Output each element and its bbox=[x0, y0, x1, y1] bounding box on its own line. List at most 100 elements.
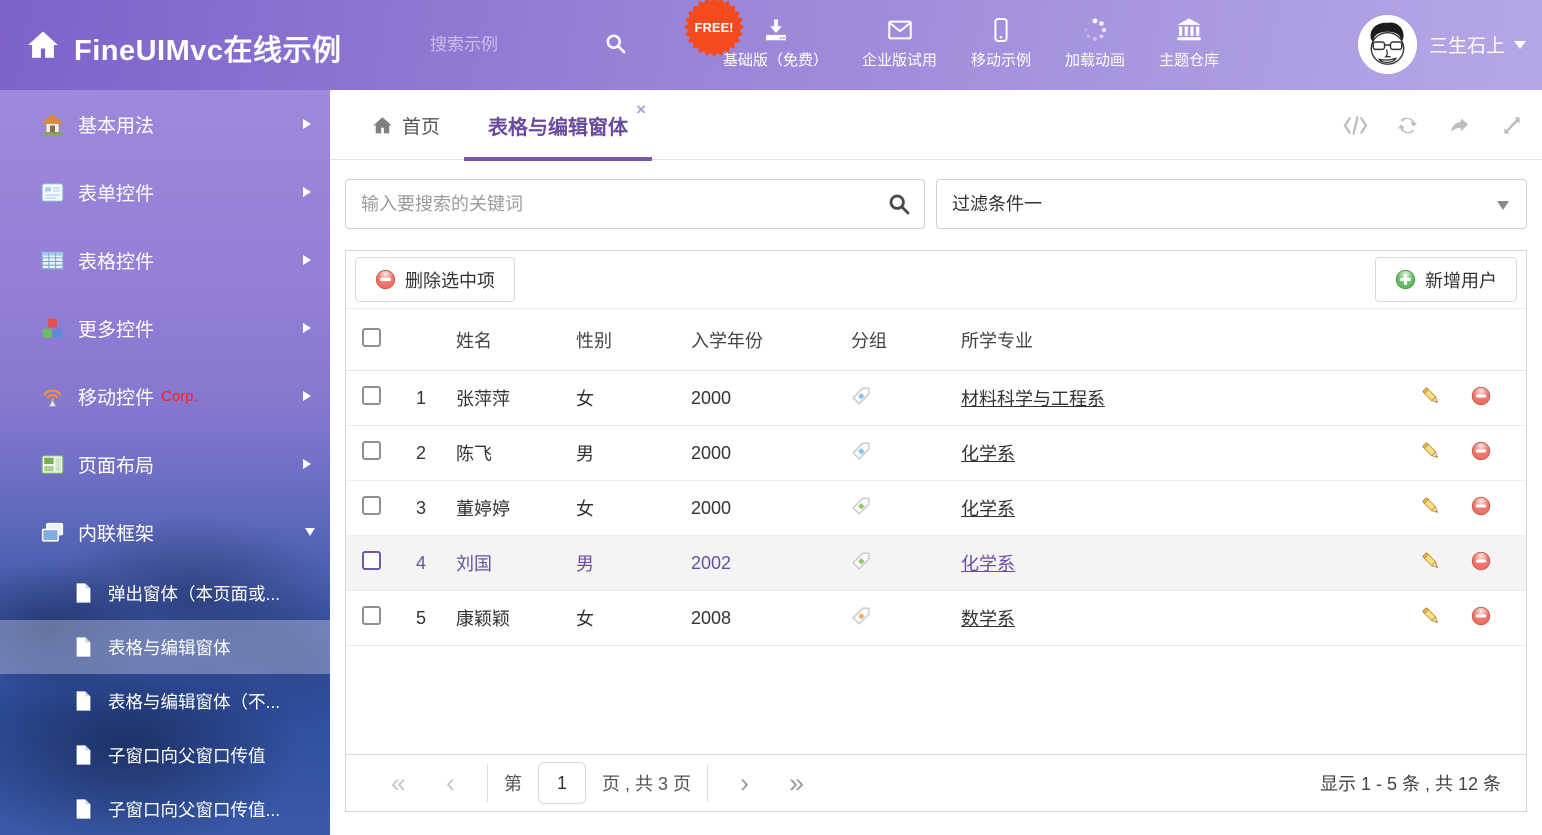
table-header: 姓名 性别 入学年份 分组 所学专业 bbox=[346, 309, 1526, 371]
share-icon[interactable] bbox=[1447, 114, 1472, 137]
first-page-icon[interactable]: « bbox=[371, 770, 426, 797]
sidebar-subitem[interactable]: 弹出窗体（本页面或... bbox=[0, 566, 330, 620]
sidebar-item[interactable]: 页面布局 bbox=[0, 430, 330, 498]
header-nav-item[interactable]: 移动示例 bbox=[954, 0, 1048, 90]
chevron-right-icon bbox=[303, 187, 311, 197]
spinner-icon bbox=[1081, 16, 1109, 44]
prev-page-icon[interactable]: ‹ bbox=[426, 770, 475, 797]
delete-selected-label: 删除选中项 bbox=[405, 267, 495, 293]
filter-dropdown[interactable]: 过滤条件一 bbox=[936, 179, 1527, 229]
download-icon bbox=[762, 16, 790, 44]
select-all-checkbox[interactable] bbox=[362, 328, 381, 347]
refresh-icon[interactable] bbox=[1395, 114, 1420, 137]
edit-icon[interactable] bbox=[1421, 551, 1441, 571]
major-link[interactable]: 数学系 bbox=[961, 609, 1015, 629]
header-nav-item[interactable]: 企业版试用 bbox=[845, 0, 954, 90]
cell-gender: 男 bbox=[576, 550, 691, 576]
home-icon[interactable] bbox=[26, 28, 60, 62]
table-row[interactable]: 5康颖颖女2008数学系 bbox=[346, 591, 1526, 646]
table-row[interactable]: 1张萍萍女2000材料科学与工程系 bbox=[346, 371, 1526, 426]
table-row[interactable]: 2陈飞男2000化学系 bbox=[346, 426, 1526, 481]
tab[interactable]: 首页 bbox=[348, 90, 464, 160]
sidebar-subitem[interactable]: 表格与编辑窗体（不... bbox=[0, 674, 330, 728]
sidebar-item[interactable]: 移动控件Corp. bbox=[0, 362, 330, 430]
next-page-icon[interactable]: › bbox=[720, 770, 769, 797]
close-icon[interactable]: × bbox=[636, 101, 646, 118]
chevron-down-icon bbox=[305, 528, 315, 536]
chevron-right-icon bbox=[303, 255, 311, 265]
sidebar-subitem[interactable]: 子窗口向父窗口传值 bbox=[0, 728, 330, 782]
chevron-right-icon bbox=[303, 323, 311, 333]
delete-icon[interactable] bbox=[1471, 606, 1491, 626]
edit-icon[interactable] bbox=[1421, 386, 1441, 406]
edit-icon[interactable] bbox=[1421, 606, 1441, 626]
grid-toolbar: 删除选中项 新增用户 bbox=[346, 251, 1526, 309]
tab[interactable]: 表格与编辑窗体× bbox=[464, 90, 652, 160]
column-gender: 性别 bbox=[576, 327, 691, 353]
delete-icon[interactable] bbox=[1471, 386, 1491, 406]
sidebar-subitem[interactable]: 子窗口向父窗口传值... bbox=[0, 782, 330, 835]
table-row[interactable]: 4刘国男2002化学系 bbox=[346, 536, 1526, 591]
user-menu[interactable]: 三生石上 bbox=[1358, 15, 1526, 74]
search-icon[interactable] bbox=[887, 192, 911, 216]
row-index: 5 bbox=[401, 608, 441, 629]
pagination-bar: « ‹ 第 页 , 共 3 页 › » 显示 1 - 5 条 , 共 12 条 bbox=[346, 754, 1526, 811]
cell-year: 2000 bbox=[691, 498, 851, 519]
file-icon bbox=[74, 798, 93, 820]
row-checkbox[interactable] bbox=[362, 496, 381, 515]
source-code-icon[interactable] bbox=[1343, 114, 1368, 137]
sidebar-item[interactable]: 更多控件 bbox=[0, 294, 330, 362]
major-link[interactable]: 化学系 bbox=[961, 554, 1015, 574]
frames-icon bbox=[40, 520, 65, 545]
row-checkbox[interactable] bbox=[362, 606, 381, 625]
tag-icon bbox=[851, 386, 871, 406]
sidebar-subitem[interactable]: 表格与编辑窗体 bbox=[0, 620, 330, 674]
edit-icon[interactable] bbox=[1421, 496, 1441, 516]
app-header: FineUIMvc在线示例 FREE! 基础版（免费）企业版试用移动示例加载动画… bbox=[0, 0, 1542, 90]
expand-icon[interactable] bbox=[1499, 114, 1524, 137]
major-link[interactable]: 化学系 bbox=[961, 499, 1015, 519]
cell-gender: 女 bbox=[576, 385, 691, 411]
cubes-icon bbox=[40, 316, 65, 341]
file-icon bbox=[74, 744, 93, 766]
cell-year: 2008 bbox=[691, 608, 851, 629]
sidebar-item[interactable]: 内联框架 bbox=[0, 498, 330, 566]
column-group: 分组 bbox=[851, 327, 961, 353]
sidebar-item[interactable]: 表单控件 bbox=[0, 158, 330, 226]
row-index: 3 bbox=[401, 498, 441, 519]
row-checkbox[interactable] bbox=[362, 551, 381, 570]
cell-year: 2002 bbox=[691, 553, 851, 574]
page-number-input[interactable] bbox=[538, 762, 586, 804]
row-index: 2 bbox=[401, 443, 441, 464]
header-search-input[interactable] bbox=[430, 28, 585, 62]
table-row[interactable]: 3董婷婷女2000化学系 bbox=[346, 481, 1526, 536]
delete-icon[interactable] bbox=[1471, 441, 1491, 461]
header-nav-item[interactable]: 加载动画 bbox=[1048, 0, 1142, 90]
antenna-icon bbox=[40, 384, 65, 409]
user-name[interactable]: 三生石上 bbox=[1429, 31, 1505, 58]
edit-icon[interactable] bbox=[1421, 441, 1441, 461]
major-link[interactable]: 化学系 bbox=[961, 444, 1015, 464]
sidebar-item[interactable]: 基本用法 bbox=[0, 90, 330, 158]
tag-icon bbox=[851, 606, 871, 626]
header-nav-item[interactable]: 主题仓库 bbox=[1142, 0, 1236, 90]
chevron-right-icon bbox=[303, 459, 311, 469]
keyword-search-input[interactable] bbox=[345, 179, 925, 229]
delete-icon[interactable] bbox=[1471, 496, 1491, 516]
file-icon bbox=[74, 582, 93, 604]
delete-selected-button[interactable]: 删除选中项 bbox=[355, 257, 515, 302]
sidebar-item[interactable]: 表格控件 bbox=[0, 226, 330, 294]
user-avatar[interactable] bbox=[1358, 15, 1417, 74]
delete-icon[interactable] bbox=[1471, 551, 1491, 571]
filter-dropdown-value: 过滤条件一 bbox=[952, 194, 1042, 214]
row-checkbox[interactable] bbox=[362, 441, 381, 460]
column-major: 所学专业 bbox=[961, 327, 1406, 353]
row-checkbox[interactable] bbox=[362, 386, 381, 405]
major-link[interactable]: 材料科学与工程系 bbox=[961, 389, 1105, 409]
record-summary: 显示 1 - 5 条 , 共 12 条 bbox=[1320, 770, 1501, 796]
home-icon bbox=[372, 115, 393, 136]
last-page-icon[interactable]: » bbox=[769, 770, 824, 797]
search-icon[interactable] bbox=[604, 32, 627, 55]
add-user-button[interactable]: 新增用户 bbox=[1375, 257, 1517, 302]
keyword-search bbox=[345, 179, 925, 229]
